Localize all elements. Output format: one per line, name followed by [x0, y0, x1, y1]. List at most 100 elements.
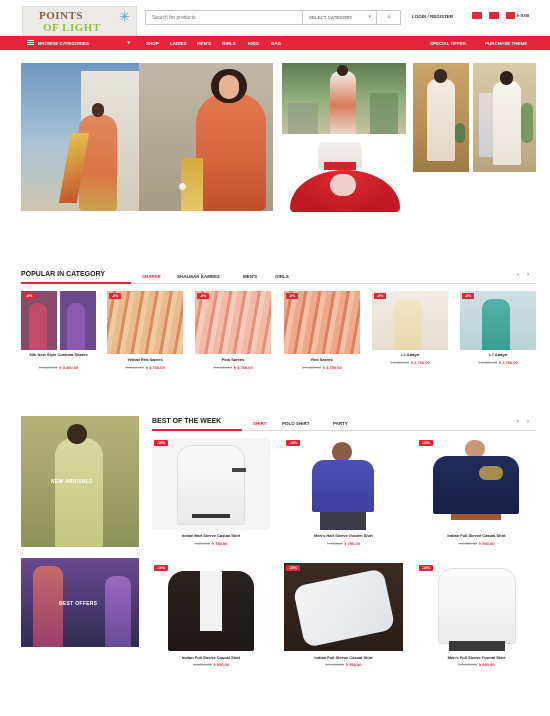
product-name[interactable]: Men's Full Sleeve Formal Shirt [413, 655, 540, 660]
model-head [332, 442, 352, 462]
compare-icon[interactable] [472, 12, 482, 19]
product-image[interactable] [107, 291, 183, 354]
arrow-right-icon[interactable]: › [527, 272, 529, 278]
new-price: ৳ 3,750.00 [323, 365, 342, 370]
new-price: ৳ 3,750.00 [146, 365, 165, 370]
old-price: ৳ 3,600.00 [38, 365, 58, 370]
tab-shirt[interactable]: SHIRT [253, 421, 267, 426]
product-name[interactable]: Indian Full Sleeve Casual Shirt [280, 655, 407, 660]
product-image[interactable] [417, 438, 536, 530]
nav-item-kids[interactable]: KIDS [248, 41, 259, 46]
dress-belt [324, 162, 356, 170]
nav-item-ladies[interactable]: LADIES [170, 41, 187, 46]
model-figure [105, 576, 131, 647]
product-price: ৳ 4,000.00 ৳ 3,750.00 [190, 365, 276, 372]
product-name[interactable]: L1 Abaya [367, 352, 453, 357]
shirt [433, 456, 519, 514]
discount-badge: -6% [374, 293, 387, 299]
arrow-right-icon[interactable]: › [527, 419, 529, 425]
category-select[interactable]: SELECT CATEGORY ▾ [302, 11, 376, 24]
product-image[interactable] [195, 291, 271, 354]
shirt [439, 569, 515, 643]
product-image[interactable] [417, 563, 536, 651]
model-figure [394, 299, 422, 350]
shirt [178, 446, 244, 524]
special-offer-link[interactable]: SPECIAL OFFER [430, 41, 466, 46]
discount-badge: -6% [23, 293, 36, 299]
nav-item-mens[interactable]: MEN'S [197, 41, 211, 46]
product-image[interactable] [284, 291, 360, 354]
nav-item-girls[interactable]: GIRLS [222, 41, 236, 46]
new-price: ৳ 3,400.00 [59, 365, 79, 370]
old-price: ৳ 4,000.00 [302, 365, 321, 370]
product-name[interactable]: Red Sarees [279, 357, 365, 362]
search-input[interactable] [146, 11, 302, 24]
cart-total[interactable]: ৳ 0.00 [517, 13, 529, 20]
product-price: ৳ 1,050.00 ৳ 950.00 [148, 662, 274, 669]
product-name[interactable]: L7 Abaya [455, 352, 541, 357]
new-price: ৳ 3,750.00 [234, 365, 253, 370]
best-offers-banner[interactable]: BEST OFFERS [21, 558, 139, 647]
tab-girls[interactable]: GIRLS [275, 274, 289, 279]
model-figure [55, 438, 103, 547]
model-face-right [219, 75, 239, 99]
product-image[interactable] [21, 291, 96, 350]
promo-image-bottom[interactable] [282, 140, 406, 212]
discount-badge: -10% [154, 565, 169, 571]
tab-party[interactable]: PARTY [333, 421, 348, 426]
nav-item-bag[interactable]: BAG [271, 41, 281, 46]
tab-sharee[interactable]: SHAREE [142, 274, 161, 279]
discount-badge: -10% [154, 440, 169, 446]
product-image[interactable] [372, 291, 448, 350]
product-name[interactable]: Silk New Style Cushma Sharee [16, 352, 101, 357]
model-figure [330, 71, 356, 134]
new-arrivals-banner[interactable]: NEW ARRIVALS [21, 416, 139, 547]
model-figure-left [79, 115, 117, 211]
promo-image-top[interactable] [282, 63, 406, 134]
cart-icon[interactable] [506, 12, 515, 19]
model-figure [67, 303, 85, 350]
new-price: ৳ 2,750.00 [499, 360, 518, 365]
arrow-left-icon[interactable]: ‹ [517, 272, 519, 278]
promo-image-side1[interactable] [413, 63, 469, 172]
product-name[interactable]: Men's Half Sleeve Golden Shirt [280, 533, 407, 538]
plant [521, 103, 533, 143]
product-price: ৳ 1,050.00 ৳ 950.00 [280, 662, 407, 669]
tab-polo-shirt[interactable]: POLO SHIRT [282, 421, 310, 426]
product-image[interactable] [460, 291, 536, 350]
product-name[interactable]: Yellow Red Sarees [102, 357, 188, 362]
tab-shalwar-kameez[interactable]: SHALWAR KAMEEZ [177, 274, 220, 279]
hero-slider[interactable] [21, 63, 273, 211]
tab-mens[interactable]: MEN'S [243, 274, 257, 279]
purchase-theme-link[interactable]: PURCHASE THEME [485, 41, 527, 46]
new-price: ৳ 950.00 [479, 541, 495, 546]
plant [455, 123, 465, 143]
main-nav: BROWSE CATEGORIES ▾ SHOP LADIES MEN'S GIR… [0, 36, 550, 50]
product-name[interactable]: Indian Full Sleeve Casual Shirt [413, 533, 540, 538]
product-name[interactable]: Indian Half Sleeve Casual Shirt [148, 533, 274, 538]
new-price: ৳ 750.00 [344, 541, 360, 546]
product-price: ৳ 3,000.00 ৳ 2,750.00 [455, 360, 541, 367]
promo-image-side2[interactable] [473, 63, 536, 172]
product-image[interactable] [152, 563, 270, 651]
login-register-link[interactable]: LOGIN / REGISTER [412, 14, 453, 19]
nav-item-shop[interactable]: SHOP [146, 41, 159, 46]
popular-category-title: POPULAR IN CATEGORY [21, 271, 106, 278]
site-logo[interactable]: POINTS OF LIGHT ✳ [22, 6, 137, 36]
wishlist-icon[interactable] [489, 12, 499, 19]
product-image[interactable] [152, 438, 270, 530]
model-figure [29, 303, 47, 350]
new-price: ৳ 750.00 [212, 541, 228, 546]
browse-categories-button[interactable]: BROWSE CATEGORIES ▾ [22, 36, 138, 50]
inner-tshirt [200, 571, 222, 631]
slider-dot[interactable] [179, 183, 186, 190]
product-price: ৳ 3,000.00 ৳ 2,750.00 [367, 360, 453, 367]
search-button[interactable]: ⌕ [376, 11, 401, 24]
product-image[interactable] [284, 563, 403, 651]
product-image[interactable] [284, 438, 403, 530]
product-price: ৳ 4,000.00 ৳ 3,750.00 [279, 365, 365, 372]
shirt [312, 460, 374, 512]
product-name[interactable]: Pink Sarees [190, 357, 276, 362]
arrow-left-icon[interactable]: ‹ [517, 419, 519, 425]
product-name[interactable]: Indian Full Sleeve Casual Shirt [148, 655, 274, 660]
